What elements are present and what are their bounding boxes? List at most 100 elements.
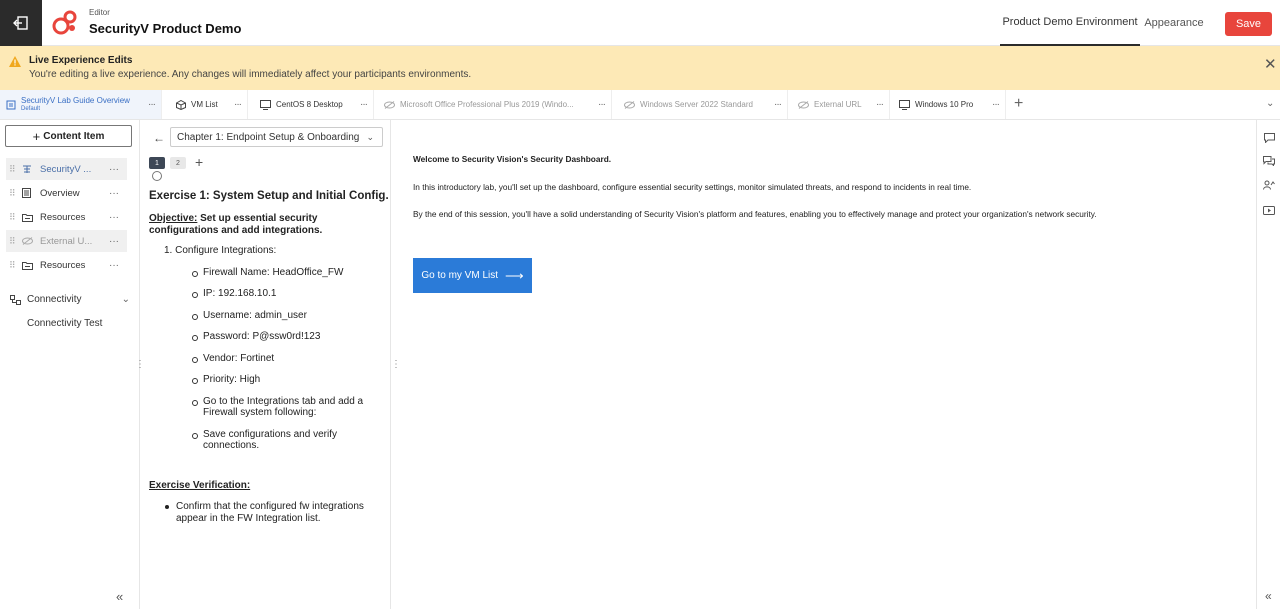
eye-off-icon [798,100,809,109]
more-icon[interactable]: ··· [109,212,119,223]
collapse-left-icon[interactable]: « [116,589,123,604]
sidebar-item-connectivity-test[interactable]: Connectivity Test [27,318,102,329]
tab-centos-desktop[interactable]: CentOS 8 Desktop ··· [248,90,374,119]
tab-lab-guide-overview[interactable]: SecurityV Lab Guide Overview Default ··· [0,90,162,119]
list-item: Firewall Name: HeadOffice_FW [192,267,385,279]
objective: Objective: Set up essential security con… [149,213,385,236]
more-icon[interactable]: ··· [360,99,368,110]
drag-handle-icon[interactable]: ⠿ [9,164,19,175]
video-icon[interactable] [1263,204,1275,216]
more-icon[interactable]: ··· [774,99,782,110]
chevron-down-icon[interactable]: ⌄ [1266,98,1274,109]
chevron-down-icon[interactable]: ⌄ [122,294,130,305]
tab-vm-list[interactable]: VM List ··· [162,90,248,119]
sidebar-item-external-url[interactable]: ⠿ External U... ··· [6,230,127,252]
more-icon[interactable]: ··· [876,99,884,110]
page-tab-1[interactable]: 1 [149,157,165,169]
list-item: Save configurations and verify connectio… [192,429,363,452]
exercise-title: Exercise 1: System Setup and Initial Con… [149,190,389,202]
comment-icon[interactable] [1263,132,1275,144]
warning-icon [9,56,21,67]
tab-label: Windows Server 2022 Standard [640,100,753,109]
drag-handle-icon[interactable]: ⠿ [9,260,19,271]
tab-appearance[interactable]: Appearance [1143,0,1205,46]
editor-label: Editor [89,8,110,17]
resource-tabs: SecurityV Lab Guide Overview Default ···… [0,90,1280,120]
eye-off-icon [624,100,635,109]
go-to-vm-list-button[interactable]: Go to my VM List ⟶ [413,258,532,293]
cube-icon [176,99,186,110]
content-item-label: Content Item [43,130,105,142]
connectivity-icon [10,294,21,305]
list-item: Password: P@ssw0rd!123 [192,331,385,343]
more-icon[interactable]: ··· [148,99,156,110]
page-tab-2[interactable]: 2 [170,157,186,169]
analytics-icon[interactable] [1263,179,1275,191]
arrow-right-icon: ⟶ [505,267,524,283]
chevron-down-icon: ⌄ [366,131,374,142]
tab-product-demo-environment[interactable]: Product Demo Environment [1000,0,1140,46]
lab-guide-panel: ← Chapter 1: Endpoint Setup & Onboarding… [141,120,391,609]
more-icon[interactable]: ··· [992,99,1000,110]
tab-label: VM List [191,100,218,109]
live-edit-banner: Live Experience Edits You're editing a l… [0,46,1280,90]
back-arrow-icon[interactable]: ← [153,131,165,145]
tab-windows-server[interactable]: Windows Server 2022 Standard ··· [612,90,788,119]
sidebar-item-resources-2[interactable]: ⠿ Resources ··· [6,254,127,276]
connectivity-section[interactable]: Connectivity ⌄ [10,294,130,305]
document-icon [22,188,36,198]
tab-external-url[interactable]: External URL ··· [788,90,890,119]
logo-icon [52,10,77,35]
right-rail: « [1256,120,1280,609]
folder-icon [22,261,36,270]
guide-icon [6,100,16,110]
sidebar-item-securityv[interactable]: ⠿ SecurityV ... ··· [6,158,127,180]
check-circle-icon[interactable] [152,171,162,181]
page-title: SecurityV Product Demo [89,21,242,36]
more-icon[interactable]: ··· [109,164,119,175]
more-icon[interactable]: ··· [234,99,242,110]
more-icon[interactable]: ··· [109,260,119,271]
chapter-select[interactable]: Chapter 1: Endpoint Setup & Onboarding ⌄ [170,127,383,147]
add-page-icon[interactable]: + [195,154,203,170]
banner-title: Live Experience Edits [29,55,133,66]
folder-icon [22,213,36,222]
main-content: Welcome to Security Vision's Security Da… [396,120,1256,609]
add-content-item-button[interactable]: + Content Item [5,125,132,147]
sidebar-item-label: External U... [40,235,93,247]
drag-handle-icon[interactable]: ⠿ [9,188,19,199]
drag-handle-icon[interactable]: ⠿ [9,236,19,247]
chat-icon[interactable] [1263,155,1275,167]
tab-microsoft-office[interactable]: Microsoft Office Professional Plus 2019 … [374,90,612,119]
sidebar-item-label: Overview [40,187,80,199]
guide-content: Objective: Set up essential security con… [149,213,385,524]
objective-label: Objective: [149,213,198,224]
verification-title: Exercise Verification: [149,479,251,491]
welcome-heading: Welcome to Security Vision's Security Da… [413,154,612,164]
tab-label: External URL [814,100,862,109]
tab-label: CentOS 8 Desktop [276,100,343,109]
more-icon[interactable]: ··· [109,188,119,199]
monitor-icon [260,99,271,110]
save-button[interactable]: Save [1225,12,1272,36]
more-icon[interactable]: ··· [109,236,119,247]
collapse-right-icon[interactable]: « [1265,589,1272,603]
content-sidebar: + Content Item ⠿ SecurityV ... ··· ⠿ Ove… [0,120,140,609]
drag-handle-icon[interactable]: ⠿ [9,212,19,223]
sidebar-item-label: Resources [40,211,86,223]
step-item: 1. Configure Integrations: [164,245,277,256]
sidebar-item-overview[interactable]: ⠿ Overview ··· [6,182,127,204]
tab-windows-10-pro[interactable]: Windows 10 Pro ··· [890,90,1006,119]
more-icon[interactable]: ··· [598,99,606,110]
tab-label: SecurityV Lab Guide Overview [21,96,130,105]
list-item: Go to the Integrations tab and add a Fir… [192,396,373,419]
close-icon[interactable]: ✕ [1264,57,1277,72]
exit-button[interactable] [0,0,42,46]
banner-text: You're editing a live experience. Any ch… [29,69,472,80]
sidebar-item-resources[interactable]: ⠿ Resources ··· [6,206,127,228]
connectivity-label: Connectivity [27,294,82,305]
guide-icon [22,164,36,174]
list-item: Priority: High [192,374,385,386]
add-tab-icon[interactable]: + [1014,95,1023,113]
plus-icon: + [32,128,41,144]
